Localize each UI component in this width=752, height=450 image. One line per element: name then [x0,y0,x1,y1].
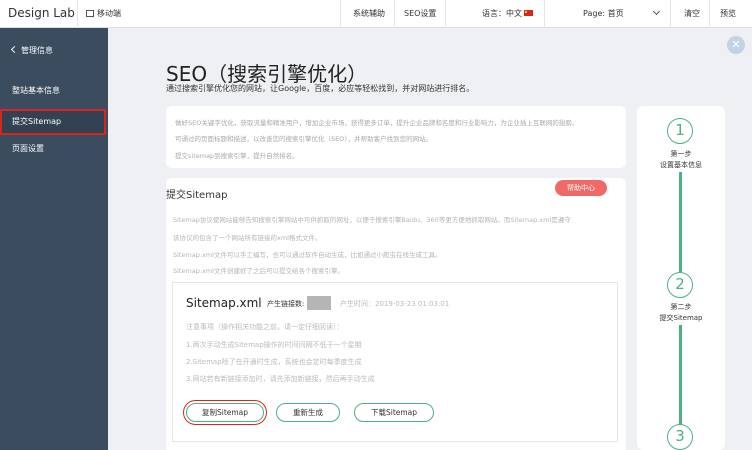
mobile-icon [86,10,94,17]
sidebar-item-site-info[interactable]: 整站基本信息 [0,78,108,104]
intro-line: 可通过的页面标题和描述，以改善您的搜索引擎优化（SEO），并帮助客户找到您的网站… [175,135,433,143]
preview-button[interactable]: 预览 [720,0,736,28]
chevron-down-icon [652,7,660,16]
divider [445,0,446,28]
divider [340,0,341,28]
sidebar: 管理信息 整站基本信息 提交Sitemap 页面设置 [0,28,108,450]
china-flag-icon [524,10,533,16]
seo-settings-button[interactable]: SEO设置 [404,0,436,28]
description-line: Sitemap.xml文件可以手工编写，也可以通过软件自动生成，比如通过小爬虫在… [173,251,442,259]
step-2-circle: 2 [667,272,693,298]
chevron-left-icon [10,45,19,54]
step-1-circle: 1 [667,118,693,144]
back-to-management[interactable]: 管理信息 [10,45,53,56]
intro-line: 做好SEO关键字优化，获取流量和精准用户，增加企业市场，获得更多订单，提升企业品… [175,119,579,127]
regenerate-button[interactable]: 重新生成 [276,403,340,422]
intro-line: 提交sitemap到搜索引擎，提升自然排名。 [175,152,299,160]
generated-time: 产生时间：2019-03-23 01:03:01 [340,300,450,308]
step-connector [679,172,682,272]
step-1-label: 第一步 [670,150,692,158]
top-bar: Design Lab 移动端 系统辅助 SEO设置 语言：中文 Page: 首页… [0,0,752,28]
mobile-toggle[interactable]: 移动端 [86,0,121,28]
link-count-label: 产生链接数: [267,300,305,308]
sidebar-item-page-settings[interactable]: 页面设置 [0,136,108,162]
description-line: Sitemap协议使网站能够告知搜索引擎网站中可供抓取的网址，以便于搜索引擎Ba… [173,216,571,224]
divider [670,0,671,28]
note-line: 2.Sitemap除了在开通时生成，系统也会定时每季度生成 [186,358,362,366]
divider [709,0,710,28]
note-line: 注意事项（操作相关功能之前，请一定仔细阅读）： [186,323,344,331]
page-subtitle: 通过搜索引擎优化您的网站，让Google，百度，必应等轻松找到，并对网站进行排名… [166,84,475,93]
step-2-label: 第二步 [670,303,692,311]
step-1-title: 设置基本信息 [660,161,702,169]
step-connector [679,325,682,425]
sitemap-file-title: Sitemap.xml [186,296,262,310]
brand-logo: Design Lab [8,6,75,20]
divider [394,0,395,28]
link-count-value [307,296,331,310]
note-line: 1.两次手动生成Sitemap操作的时间间隔不低于一个星期 [186,341,362,349]
system-assist-button[interactable]: 系统辅助 [353,0,385,28]
description-line: 该协议的包含了一个网站所有链接的xml格式文件。 [173,234,322,242]
divider [544,0,545,28]
help-center-button[interactable]: 帮助中心 [555,180,607,196]
language-select[interactable]: 语言：中文 [482,0,533,28]
clear-button[interactable]: 清空 [684,0,700,28]
sidebar-item-submit-sitemap[interactable]: 提交Sitemap [0,109,106,135]
download-sitemap-button[interactable]: 下载Sitemap [354,403,434,422]
close-icon[interactable]: ✕ [727,36,745,54]
description-line: Sitemap.xml文件创建好了之后可以提交给各个搜索引擎。 [173,267,344,275]
step-3-circle: 3 [667,424,693,450]
page-select[interactable]: Page: 首页 [583,0,660,28]
note-line: 3.网站若有新链接添加时，请先添加新链接，然后再手动生成 [186,375,375,383]
intro-card: 做好SEO关键字优化，获取流量和精准用户，增加企业市场，获得更多订单，提升企业品… [166,106,626,168]
steps-panel: 1 第一步 设置基本信息 2 第二步 提交Sitemap 3 [637,106,725,450]
section-title: 提交Sitemap [166,190,228,201]
divider [77,0,78,28]
copy-sitemap-button[interactable]: 复制Sitemap [183,400,267,425]
step-2-title: 提交Sitemap [659,314,703,322]
